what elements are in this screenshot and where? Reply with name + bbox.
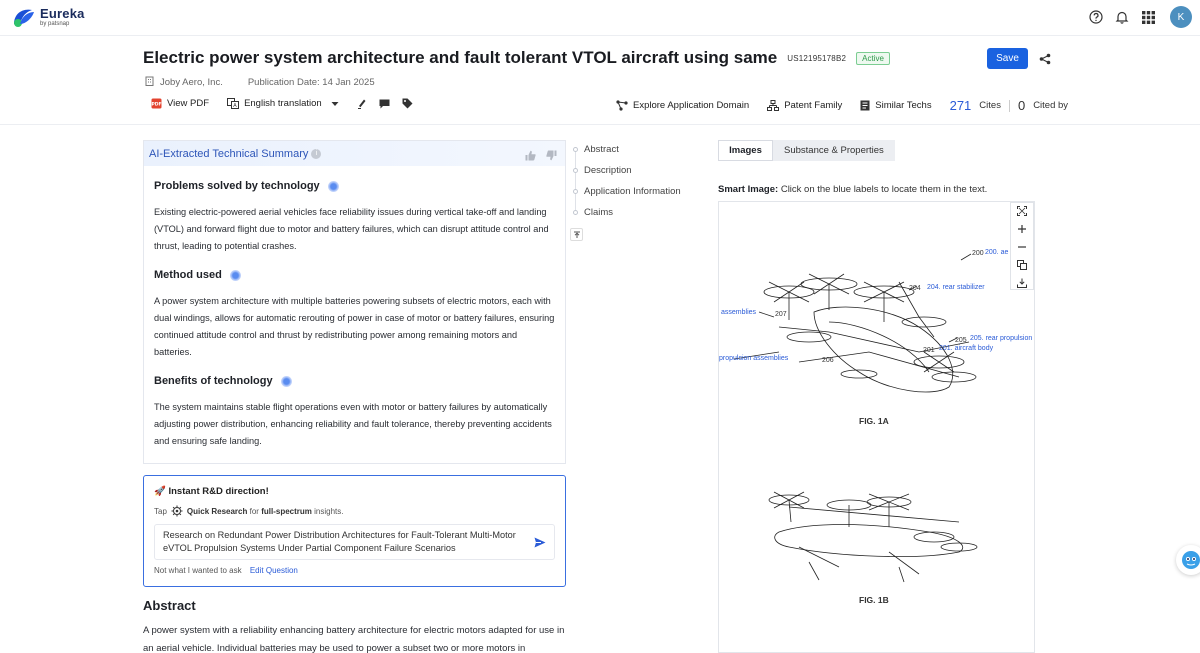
figure-1b-caption: FIG. 1B (859, 595, 889, 605)
page-title: Electric power system architecture and f… (143, 48, 778, 67)
benefits-text: The system maintains stable flight opera… (154, 402, 552, 446)
research-question-box[interactable]: Research on Redundant Power Distribution… (154, 524, 555, 560)
ref-label-201[interactable]: 201. aircraft body (939, 345, 993, 352)
patent-image-viewer[interactable]: 200 200. ae 204 204. rear stabilizer ass… (718, 201, 1035, 653)
zoom-in-icon[interactable] (1017, 221, 1027, 239)
publication-date: Publication Date: 14 Jan 2025 (247, 77, 375, 88)
ref-207-number: 207 (775, 311, 787, 318)
nav-item-description[interactable]: Description (573, 164, 681, 185)
help-icon[interactable] (1088, 9, 1104, 25)
eureka-logo[interactable]: Eureka by patsnap (12, 6, 85, 28)
abstract-text: A power system with a reliability enhanc… (143, 625, 565, 653)
notification-bell-icon[interactable] (1114, 9, 1130, 25)
smart-image-hint: Smart Image: Click on the blue labels to… (718, 184, 988, 195)
abstract-heading: Abstract (143, 598, 196, 613)
app-subtitle: by patsnap (40, 21, 70, 27)
chevron-down-icon (331, 101, 339, 106)
method-heading: Method used (154, 269, 555, 281)
tab-images[interactable]: Images (718, 140, 773, 161)
building-icon (145, 76, 154, 89)
save-button[interactable]: Save (987, 48, 1028, 69)
svg-text:PDF: PDF (151, 102, 161, 108)
document-icon (860, 100, 870, 111)
cites-link[interactable]: 271 Cites (950, 98, 1001, 113)
copy-icon[interactable] (1017, 257, 1027, 275)
similar-techs-button[interactable]: Similar Techs (860, 100, 932, 111)
research-question-text: Research on Redundant Power Distribution… (163, 530, 516, 553)
nav-item-claims[interactable]: Claims (573, 206, 681, 227)
eureka-logo-icon (12, 6, 36, 28)
share-icon[interactable] (1039, 52, 1051, 70)
ref-label-assemblies[interactable]: assemblies (721, 309, 756, 316)
highlight-pen-icon[interactable] (357, 98, 367, 109)
tag-icon[interactable] (402, 98, 413, 109)
svg-text:A: A (233, 103, 237, 109)
ref-label-propulsion[interactable]: propulsion assemblies (719, 355, 788, 362)
image-toolbar (1010, 202, 1034, 290)
assistant-robot-icon[interactable] (1176, 545, 1200, 575)
info-icon[interactable]: i (311, 148, 322, 159)
send-icon[interactable] (534, 537, 546, 552)
ai-spark-icon[interactable] (280, 375, 292, 387)
zoom-out-icon[interactable] (1017, 239, 1027, 257)
ref-200-number: 200 (972, 250, 984, 257)
nav-item-abstract[interactable]: Abstract (573, 143, 681, 164)
rd-title: 🚀 Instant R&D direction! (154, 486, 269, 497)
problems-heading: Problems solved by technology (154, 180, 555, 192)
ref-206-number: 206 (822, 357, 834, 364)
ref-label-200[interactable]: 200. ae (985, 249, 1008, 256)
thumbs-down-icon[interactable] (546, 148, 557, 166)
method-text: A power system architecture with multipl… (154, 296, 555, 357)
tab-substance-properties[interactable]: Substance & Properties (773, 140, 895, 161)
pdf-icon: PDF (151, 98, 162, 109)
explore-application-domain-button[interactable]: Explore Application Domain (616, 100, 749, 111)
app-name: Eureka (40, 6, 85, 21)
network-icon (616, 100, 628, 111)
problems-text: Existing electric-powered aerial vehicle… (154, 207, 549, 251)
rd-hint: Tap Quick Research for full-spectrum ins… (154, 505, 344, 517)
family-tree-icon (767, 100, 780, 111)
ai-spark-icon[interactable] (229, 269, 241, 281)
comment-icon[interactable] (379, 99, 390, 109)
quick-research-icon[interactable] (171, 505, 183, 517)
nav-item-application-information[interactable]: Application Information (573, 185, 681, 206)
download-icon[interactable] (1017, 275, 1027, 293)
scroll-to-top-icon[interactable] (570, 228, 583, 241)
aircraft-drawing-fig1a (733, 253, 978, 583)
patent-family-button[interactable]: Patent Family (767, 100, 842, 111)
publication-number: US12195178B2 (787, 53, 847, 63)
section-nav: Abstract Description Application Informa… (573, 143, 681, 227)
ai-spark-icon[interactable] (327, 180, 339, 192)
translation-dropdown[interactable]: A English translation (227, 98, 339, 109)
edit-question-link[interactable]: Edit Question (250, 566, 298, 575)
assignee[interactable]: Joby Aero, Inc. (160, 77, 223, 88)
ref-201-number: 201 (923, 347, 935, 354)
view-pdf-button[interactable]: PDF View PDF (151, 98, 209, 109)
image-tabs: Images Substance & Properties (718, 140, 895, 161)
rd-direction-card: 🚀 Instant R&D direction! Tap Quick Resea… (143, 475, 566, 587)
ref-204-number: 204 (909, 285, 921, 292)
summary-title: AI-Extracted Technical Summary (149, 147, 309, 160)
fullscreen-icon[interactable] (1017, 203, 1027, 221)
apps-grid-icon[interactable] (1140, 9, 1156, 25)
ref-label-205[interactable]: 205. rear propulsion (970, 335, 1032, 342)
thumbs-up-icon[interactable] (525, 148, 536, 166)
figure-1a-caption: FIG. 1A (859, 416, 889, 426)
top-bar: Eureka by patsnap K (0, 0, 1200, 36)
cited-by-link[interactable]: 0 Cited by (1018, 98, 1068, 113)
not-wanted-text: Not what I wanted to ask (154, 566, 242, 575)
ref-205-number: 205 (955, 337, 967, 344)
ai-summary-card: AI-Extracted Technical Summary i Problem… (143, 140, 566, 464)
status-badge: Active (856, 51, 890, 65)
user-avatar[interactable]: K (1170, 6, 1192, 28)
translate-icon: A (227, 98, 240, 109)
benefits-heading: Benefits of technology (154, 375, 555, 387)
ref-label-204[interactable]: 204. rear stabilizer (927, 284, 985, 291)
